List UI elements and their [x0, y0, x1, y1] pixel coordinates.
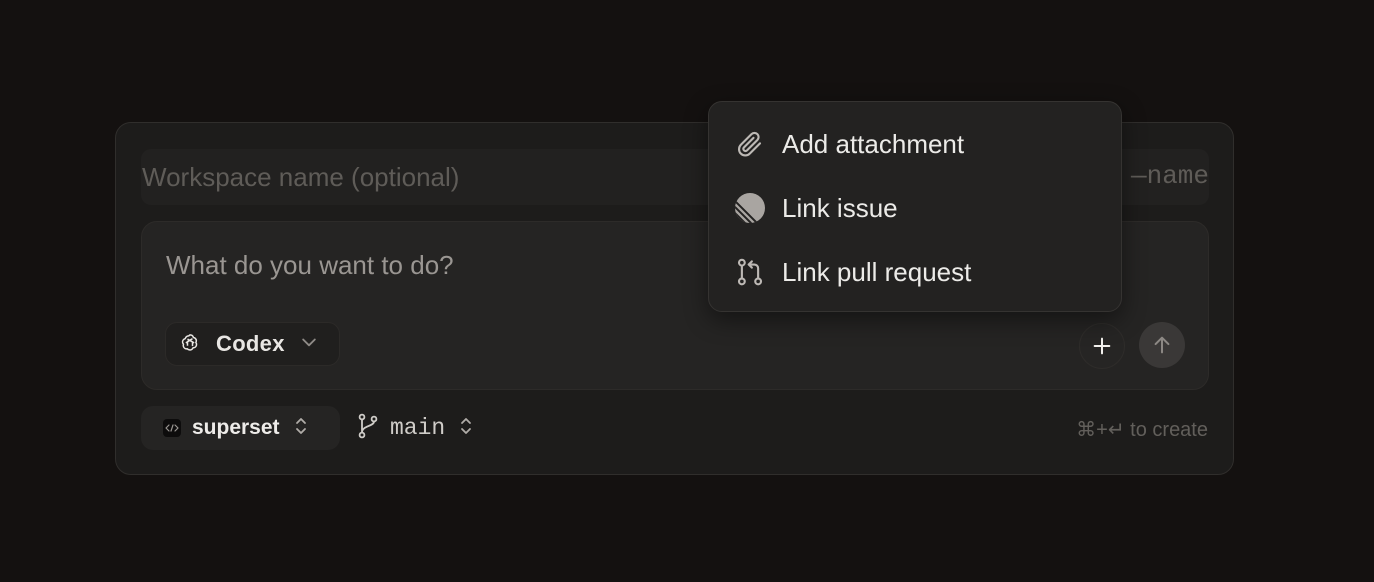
menu-item-link-issue[interactable]: Link issue: [709, 176, 1121, 240]
code-icon: [163, 419, 181, 437]
arrow-up-icon: [1154, 336, 1170, 354]
menu-item-link-pull-request[interactable]: Link pull request: [709, 240, 1121, 304]
add-context-menu: Add attachment Link issue Link pull requ…: [708, 101, 1122, 312]
openai-icon: [180, 332, 200, 357]
git-pull-request-icon: [734, 256, 766, 288]
branch-name-hint: —name: [1130, 161, 1209, 191]
linear-icon: [734, 192, 766, 224]
agent-select[interactable]: Codex: [165, 322, 340, 366]
workspace-name-input[interactable]: [142, 161, 702, 193]
menu-item-add-attachment[interactable]: Add attachment: [709, 112, 1121, 176]
repo-label: superset: [192, 416, 280, 439]
menu-item-label: Add attachment: [782, 128, 965, 159]
menu-item-label: Link pull request: [782, 256, 972, 287]
create-shortcut-hint: ⌘+↵ to create: [1076, 419, 1208, 441]
send-button[interactable]: [1139, 322, 1185, 368]
plus-icon: [1093, 337, 1111, 355]
add-button[interactable]: [1079, 323, 1125, 369]
chevron-up-down-icon: [459, 416, 473, 441]
chevron-up-down-icon: [294, 416, 308, 441]
paperclip-icon: [734, 128, 766, 160]
branch-label: main: [390, 415, 446, 441]
repo-select[interactable]: superset: [141, 406, 340, 450]
git-branch-icon: [356, 413, 380, 444]
menu-item-label: Link issue: [782, 192, 898, 223]
branch-select[interactable]: main: [356, 406, 473, 450]
chevron-down-icon: [299, 332, 319, 357]
agent-label: Codex: [216, 331, 285, 356]
